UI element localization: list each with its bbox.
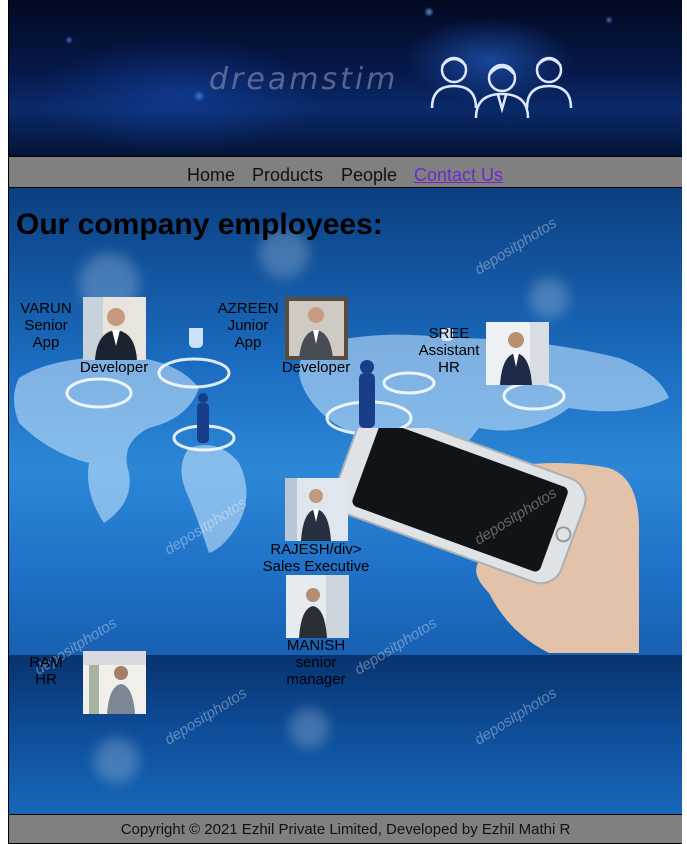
employee-title-tail: Developer [281, 359, 351, 376]
employee-title-line: Assistant [418, 342, 480, 359]
employee-title-line: HR [438, 359, 460, 376]
employee-card-varun: VARUN Senior App [13, 300, 79, 351]
employee-photo-rajesh [285, 478, 348, 541]
watermark: depositphotos [471, 214, 560, 279]
nav-people-link[interactable]: People [341, 165, 397, 186]
nav-contact-us-link[interactable]: Contact Us [414, 165, 503, 186]
employee-title-tail: Developer [79, 359, 149, 376]
employee-photo-sree [486, 322, 549, 385]
employee-card-manish: MANISH senior manager [271, 637, 361, 688]
employee-title-line: Junior [227, 317, 269, 334]
top-navigation: Home Products People Contact Us [9, 156, 682, 188]
employee-name: AZREEN [217, 300, 279, 317]
employee-card-rajesh: RAJESH/div> Sales Executive [253, 541, 379, 575]
people-group-icon [430, 56, 573, 118]
page-footer: Copyright © 2021 Ezhil Private Limited, … [9, 814, 682, 844]
employee-card-azreen: AZREEN Junior App [213, 300, 283, 351]
employee-title-line: Sales Executive [262, 558, 370, 575]
employee-card-ram: RAM HR [23, 654, 69, 688]
header-banner: dreamstim [9, 0, 682, 156]
employee-card-sree: SREE Assistant HR [413, 325, 485, 376]
bokeh-light [289, 708, 329, 748]
bokeh-light [94, 738, 139, 783]
employee-name: SREE [428, 325, 470, 342]
nav-home-link[interactable]: Home [187, 165, 235, 186]
employee-photo-varun [83, 297, 146, 360]
employee-title-line: App [234, 334, 262, 351]
employee-title-line: Senior [24, 317, 68, 334]
employee-photo-manish [286, 575, 349, 638]
employee-title-line: manager [286, 671, 346, 688]
employees-section: depositphotos depositphotos depositphoto… [9, 188, 682, 814]
employee-photo-azreen [285, 297, 348, 360]
employee-name: RAJESH/div> [270, 541, 362, 558]
page-heading: Our company employees: [16, 208, 383, 241]
employee-name: MANISH [286, 637, 346, 654]
footer-copyright: Copyright © 2021 Ezhil Private Limited, … [120, 821, 571, 838]
employee-title-line: senior [295, 654, 337, 671]
bokeh-light [529, 278, 569, 318]
employee-title-line: HR [35, 671, 57, 688]
employee-photo-ram [83, 651, 146, 714]
employee-name: RAM [29, 654, 63, 671]
banner-logo-text: dreamstim [209, 62, 399, 97]
employee-title-line: App [32, 334, 60, 351]
nav-products-link[interactable]: Products [252, 165, 323, 186]
employee-name: VARUN [20, 300, 72, 317]
